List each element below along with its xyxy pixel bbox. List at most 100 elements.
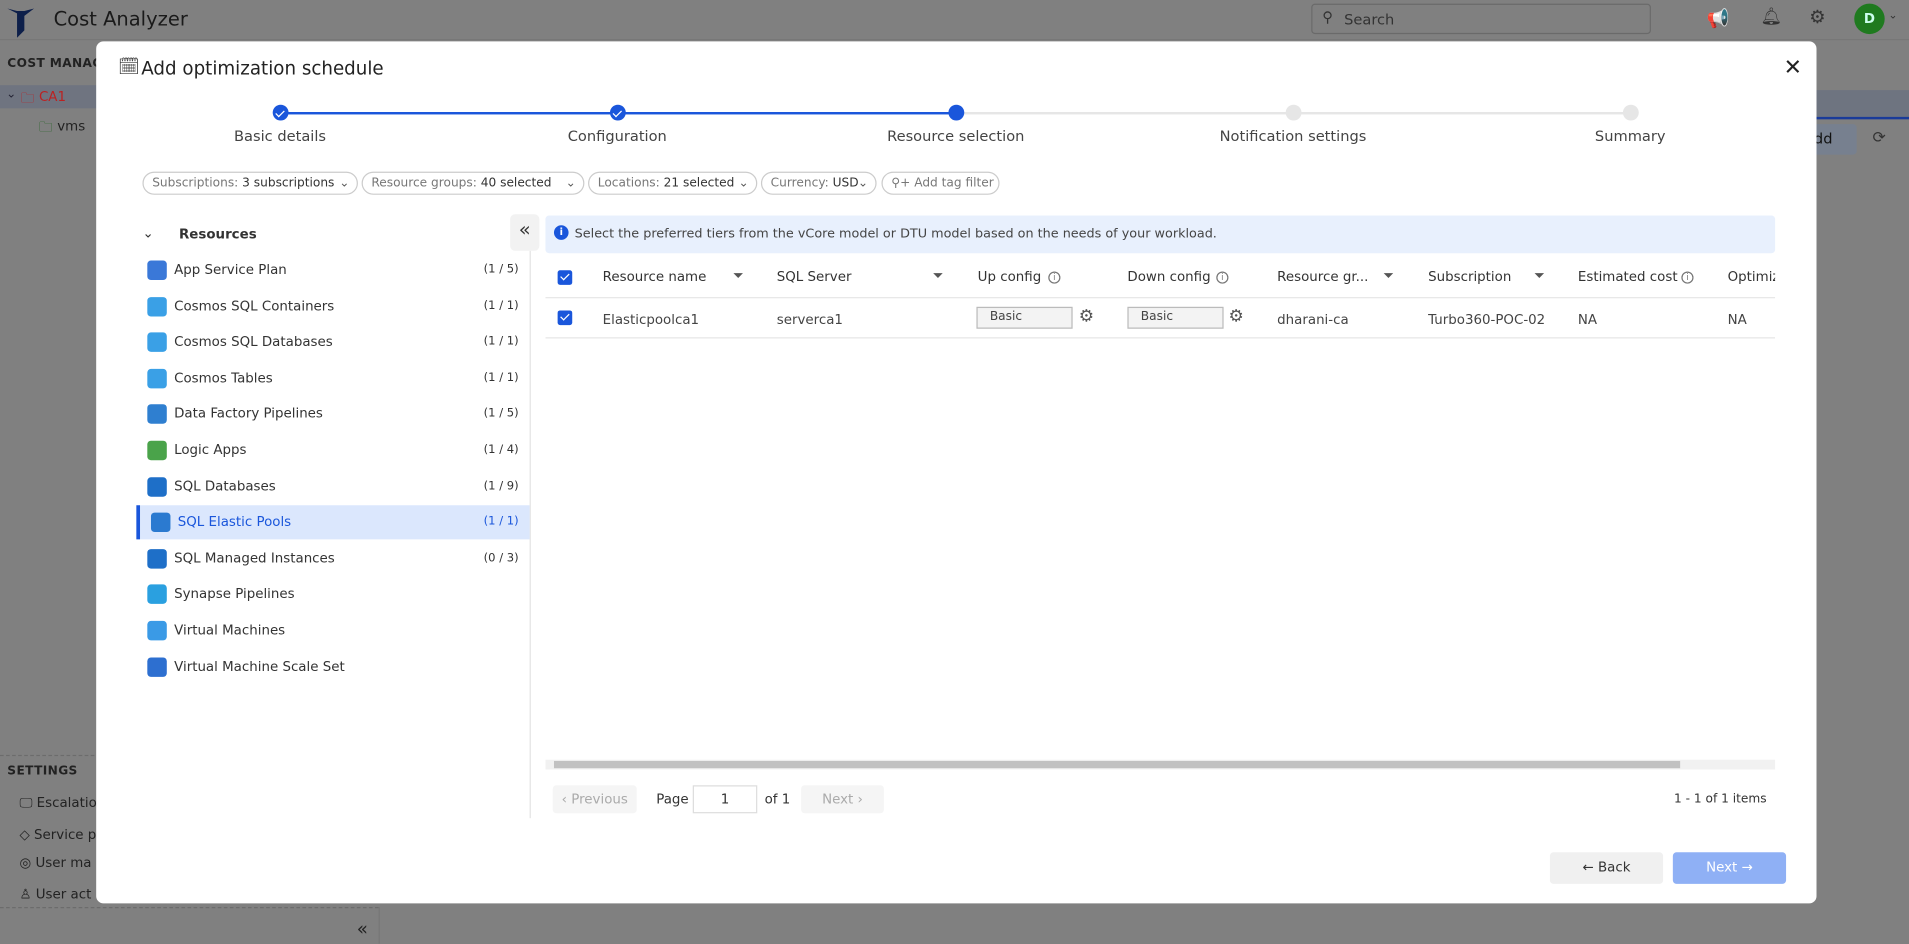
resource-type-item[interactable]: Cosmos SQL Databases (1 / 1) [136,325,529,359]
search-input[interactable]: ⚲ Search [1311,3,1651,35]
down-config-gear-icon[interactable]: ⚙ [1228,307,1243,326]
arrow-right-icon: → [1737,859,1753,876]
resource-type-item[interactable]: Data Factory Pipelines (1 / 5) [136,397,529,431]
sidebar-section-settings: SETTINGS [7,764,78,778]
step-label: Notification settings [1219,127,1367,145]
sidebar-item-service[interactable]: ◇ Service p [19,827,96,843]
close-icon[interactable]: ✕ [1784,55,1802,81]
calendar-icon: 🗓︎ [118,57,140,77]
scrollbar-thumb[interactable] [553,760,1681,769]
page-count: of 1 [764,791,791,808]
search-placeholder: Search [1344,10,1395,29]
previous-page-button[interactable]: ‹ Previous [552,785,637,814]
resource-type-count: (0 / 3) [483,551,519,565]
user-activity-icon: ♙ [19,886,36,903]
info-icon[interactable]: i [1216,271,1229,284]
tree-item-vms[interactable]: 🗀 vms [37,117,98,136]
info-banner-text: Select the preferred tiers from the vCor… [574,226,1217,242]
step-notification-dot [1285,104,1301,121]
up-config-field[interactable]: Basic [976,306,1073,329]
next-label: Next [822,791,854,808]
dialog-title: Add optimization schedule [141,57,384,80]
service-icon: ◇ [19,826,35,843]
collapse-sidebar-icon[interactable]: « [357,918,368,940]
next-button[interactable]: Next → [1672,852,1787,884]
avatar[interactable]: D [1854,3,1885,35]
synapse-icon [147,584,167,605]
column-header-estimated-cost: Estimated cost [1577,269,1678,285]
filter-icon[interactable]: ⏷ [733,268,744,285]
column-header-optimization: Optimiz [1727,269,1776,285]
sidebar-item-label: User act [35,886,92,903]
row-checkbox[interactable] [557,310,573,326]
add-tag-filter-label: Add tag filter [914,176,994,190]
sql-elastic-pool-icon [150,512,171,533]
back-label: Back [1597,859,1631,876]
filter-icon[interactable]: ⏷ [933,268,944,285]
tree-item-ca1[interactable]: ⌄ 🗀 CA1 [0,85,98,109]
resource-type-item[interactable]: Synapse Pipelines [136,578,529,612]
sidebar-item-user-activity[interactable]: ♙ User act [19,886,91,902]
resource-groups-filter[interactable]: Resource groups: 40 selected ⌄ [361,171,585,195]
resource-type-item[interactable]: SQL Managed Instances (0 / 3) [136,542,529,576]
step-label: Basic details [234,127,327,145]
resource-type-count: (1 / 9) [483,479,519,493]
step-resource-selection-dot [947,104,964,121]
resource-type-item[interactable]: SQL Elastic Pools (1 / 1) [136,505,530,540]
step-label: Configuration [567,127,667,145]
filter-icon[interactable]: ⏷ [1534,268,1545,285]
currency-filter[interactable]: Currency: USD ⌄ [760,171,877,195]
chevron-down-icon[interactable]: ⌄ [1888,10,1897,22]
resource-type-name: SQL Managed Instances [174,550,335,566]
add-optimization-schedule-dialog: 🗓︎ Add optimization schedule ✕ Basic det… [96,41,1817,904]
user-icon: ◎ [19,854,36,871]
resource-type-item[interactable]: Cosmos Tables (1 / 1) [136,361,529,395]
horizontal-scrollbar[interactable] [545,759,1776,770]
resource-type-item[interactable]: App Service Plan (1 / 5) [136,253,529,287]
resource-type-name: Cosmos SQL Databases [174,333,333,350]
add-tag-filter-button[interactable]: ⚲+ Add tag filter [881,171,1000,195]
step-label: Summary [1594,127,1666,145]
subscriptions-filter[interactable]: Subscriptions: 3 subscriptions ⌄ [142,171,358,195]
select-all-checkbox[interactable] [557,270,573,285]
next-page-button[interactable]: Next › [801,785,884,814]
page-input[interactable]: 1 [692,785,758,814]
app-service-plan-icon [147,260,167,281]
filter-value: 21 selected [663,176,735,190]
column-header-resource-name[interactable]: Resource name [603,269,707,285]
cell-sql-server: serverca1 [776,311,843,328]
back-button[interactable]: ← Back [1549,852,1664,884]
resource-type-count: (1 / 1) [483,335,519,349]
resource-type-item[interactable]: Virtual Machine Scale Set [136,650,529,684]
filter-icon[interactable]: ⏷ [1383,268,1394,285]
collapse-panel-button[interactable]: « [510,214,540,251]
column-header-subscription[interactable]: Subscription [1428,269,1511,285]
divider [378,907,380,944]
logic-apps-icon [147,440,167,461]
chevron-down-icon[interactable]: ⌄ [142,225,153,241]
info-icon[interactable]: i [1681,271,1694,284]
gear-icon[interactable]: ⚙ [1809,6,1825,28]
column-header-resource-group[interactable]: Resource gr... [1277,269,1368,285]
sidebar-item-label: Service p [34,826,97,843]
resource-type-item[interactable]: SQL Databases (1 / 9) [136,469,529,503]
column-header-sql-server[interactable]: SQL Server [777,269,852,285]
down-config-field[interactable]: Basic [1127,306,1224,329]
resource-type-item[interactable]: Cosmos SQL Containers (1 / 1) [136,289,529,323]
resource-type-item[interactable]: Logic Apps (1 / 4) [136,433,529,467]
sidebar-item-escalation[interactable]: 🖵 Escalatio [19,795,96,812]
up-config-gear-icon[interactable]: ⚙ [1079,307,1094,326]
bell-icon[interactable]: 🔔︎ [1761,7,1783,26]
filter-key: Currency: [770,176,829,190]
resource-type-name: SQL Elastic Pools [177,514,292,530]
sidebar-item-user-management[interactable]: ◎ User ma [19,855,91,871]
resource-type-count: (1 / 5) [483,407,519,421]
locations-filter[interactable]: Locations: 21 selected ⌄ [588,171,758,195]
app-title: Cost Analyzer [53,7,188,31]
refresh-icon[interactable]: ⟳ [1873,129,1886,147]
info-icon[interactable]: i [1048,271,1061,284]
resource-type-item[interactable]: Virtual Machines [136,614,529,648]
announcement-icon[interactable]: 📢 [1707,7,1730,29]
resource-type-count: (1 / 5) [483,262,519,277]
vm-scale-set-icon [147,656,167,677]
